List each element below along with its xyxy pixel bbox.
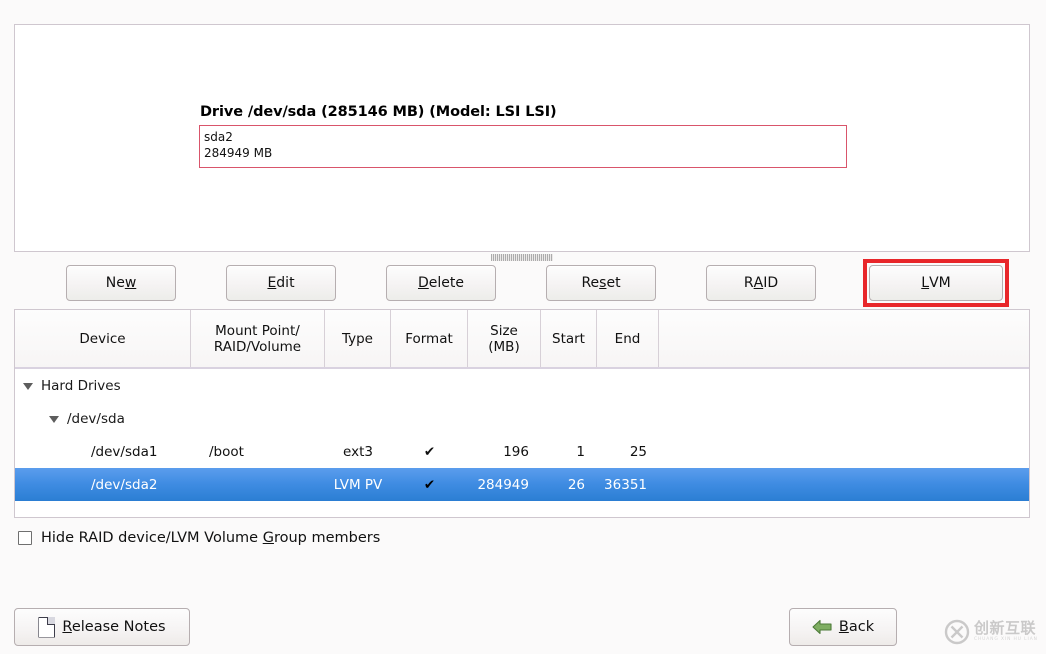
partition-block-size: 284949 MB: [204, 146, 273, 160]
partition-action-buttons: Ne w Edit Delete Re s et R A ID L VM: [14, 259, 1030, 307]
column-header-format[interactable]: Format: [391, 310, 468, 367]
edit-button[interactable]: Edit: [226, 265, 336, 301]
drive-title: Drive /dev/sda (285146 MB) (Model: LSI L…: [200, 104, 557, 120]
column-header-start[interactable]: Start: [541, 310, 597, 367]
hide-raid-lvm-members-label: Hide RAID device/LVM Volume Group member…: [41, 530, 380, 546]
release-notes-button[interactable]: Release Notes: [14, 608, 190, 646]
partition-table[interactable]: Device Mount Point/RAID/Volume Type Format S…: [14, 309, 1030, 518]
hide-members-text-post: roup members: [273, 530, 381, 546]
cell-type: ext3: [343, 443, 373, 460]
hide-members-mnemonic: G: [262, 530, 274, 546]
release-notes-label: Release Notes: [62, 619, 166, 635]
cell-format: ✔: [423, 476, 436, 493]
watermark-logo-icon: [944, 619, 970, 645]
expander-triangle-icon[interactable]: [23, 383, 33, 390]
cell-end: 36351: [604, 476, 647, 493]
cell-format: ✔: [423, 443, 436, 460]
column-header-size[interactable]: Size (MB): [468, 310, 541, 367]
document-icon: [38, 616, 56, 638]
site-watermark: 创新互联 CHUANG XIN HU LIAN: [944, 615, 1042, 649]
hide-raid-lvm-members-row[interactable]: Hide RAID device/LVM Volume Group member…: [18, 530, 380, 546]
cell-size: 284949: [477, 476, 529, 493]
arrow-left-icon: [812, 619, 832, 635]
table-header-row: Device Mount Point/RAID/Volume Type Format S…: [15, 310, 1029, 369]
column-header-type[interactable]: Type: [325, 310, 391, 367]
group-label: Hard Drives: [41, 377, 121, 394]
group-label: /dev/sda: [67, 410, 125, 427]
cell-size: 196: [503, 443, 529, 460]
column-header-mount[interactable]: Mount Point/RAID/Volume: [191, 310, 325, 367]
panel-splitter[interactable]: [14, 253, 1030, 262]
table-row-dev-sda1[interactable]: /dev/sda1/boot ext3 ✔ 196 1 25: [15, 435, 1029, 468]
cell-mount: /boot: [209, 443, 244, 460]
back-label: Back: [838, 619, 875, 635]
cell-type: LVM PV: [333, 476, 383, 493]
watermark-subtitle: CHUANG XIN HU LIAN: [974, 637, 1038, 643]
watermark-chinese-text: 创新互联: [974, 619, 1037, 638]
drive-graphic-panel: Drive /dev/sda (285146 MB) (Model: LSI L…: [14, 24, 1030, 252]
table-row-dev-sda2[interactable]: /dev/sda2 LVM PV ✔ 284949 26 36351: [15, 468, 1029, 501]
cell-device: /dev/sda1: [91, 443, 158, 460]
hide-raid-lvm-members-checkbox[interactable]: [18, 531, 32, 545]
splitter-grip-icon: [491, 254, 553, 261]
reset-button[interactable]: Re s et: [546, 265, 656, 301]
table-row-hard-drives[interactable]: Hard Drives: [15, 369, 1029, 402]
partition-block-name: sda2: [204, 130, 233, 144]
column-header-end[interactable]: End: [597, 310, 659, 367]
expander-triangle-icon[interactable]: [49, 416, 59, 423]
cell-device: /dev/sda2: [91, 476, 158, 493]
cell-end: 25: [629, 443, 647, 460]
back-button[interactable]: Back: [789, 608, 897, 646]
lvm-button[interactable]: L VM: [869, 265, 1003, 301]
cell-start: 1: [576, 443, 585, 460]
delete-button[interactable]: Delete: [386, 265, 496, 301]
column-header-device[interactable]: Device: [15, 310, 191, 367]
partition-block-sda2[interactable]: sda2 284949 MB: [199, 125, 847, 168]
table-row-dev-sda[interactable]: /dev/sda: [15, 402, 1029, 435]
new-button[interactable]: Ne w: [66, 265, 176, 301]
hide-members-text-pre: Hide RAID device/LVM Volume: [41, 530, 263, 546]
cell-mount: [191, 468, 325, 501]
raid-button[interactable]: R A ID: [706, 265, 816, 301]
cell-start: 26: [567, 476, 585, 493]
